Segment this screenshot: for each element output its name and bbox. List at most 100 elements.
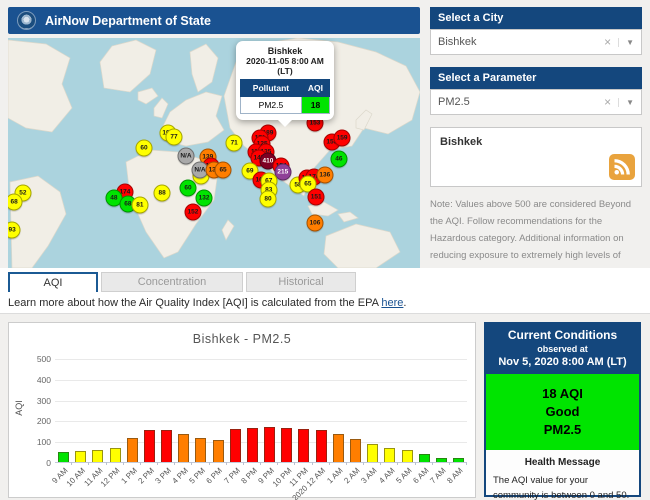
aqi-marker[interactable]: 88 (153, 184, 171, 202)
chart-bar[interactable] (453, 458, 465, 462)
conditions-subtitle: observed at (537, 344, 588, 354)
chart-slot: 8 PM (239, 359, 262, 486)
aqi-marker[interactable]: 80 (259, 190, 277, 208)
chart-slot: 3 AM (360, 359, 382, 485)
popup-timezone: (LT) (277, 66, 293, 76)
chart-bar[interactable] (435, 457, 447, 462)
aqi-marker[interactable]: 136 (316, 166, 334, 184)
chart-bar[interactable] (401, 450, 413, 462)
chart-bar[interactable] (350, 439, 361, 462)
health-message-text: The AQI value for your community is betw… (493, 475, 630, 500)
chart-slot: 5 AM (394, 359, 416, 485)
x-tick-label: 2 PM (136, 466, 156, 486)
aqi-marker[interactable]: 46 (330, 150, 348, 168)
chart-bar[interactable] (367, 443, 379, 462)
map-popup: Bishkek 2020-11-05 8:00 AM (LT) Pollutan… (236, 41, 334, 127)
y-tick-label: 100 (36, 437, 51, 448)
x-tick-label: 1 AM (325, 466, 345, 486)
chevron-down-icon[interactable]: ▼ (618, 97, 634, 107)
app-header: AirNow Department of State (8, 7, 420, 34)
note-text: Note: Values above 500 are considered Be… (430, 199, 632, 278)
aqi-marker[interactable]: 71 (225, 134, 243, 152)
conditions-datetime: Nov 5, 2020 8:00 AM (LT) (498, 356, 627, 368)
tab-aqi[interactable]: AQI (8, 272, 98, 292)
tab-concentration[interactable]: Concentration (101, 272, 243, 292)
chart-slot: 3 PM (153, 359, 176, 486)
chart-bar[interactable] (195, 438, 207, 462)
epa-here-link[interactable]: here (381, 297, 403, 309)
city-select[interactable]: Bishkek × ▼ (430, 29, 642, 55)
rss-icon[interactable] (609, 154, 635, 180)
chart-bar[interactable] (109, 447, 121, 462)
x-tick-label: 7 PM (222, 466, 242, 486)
feed-city-title: Bishkek (440, 136, 483, 148)
chart-bar[interactable] (264, 426, 276, 462)
chart-slot: 4 AM (377, 359, 399, 485)
clear-icon[interactable]: × (604, 95, 611, 109)
sidebar: Select a City Bishkek × ▼ Select a Param… (430, 7, 642, 281)
chart-bar[interactable] (418, 453, 430, 462)
aqi-marker[interactable]: 151 (307, 188, 325, 206)
aqi-marker[interactable]: 60 (135, 139, 153, 157)
aqi-marker[interactable]: 152 (184, 203, 202, 221)
aqi-marker[interactable]: 65 (214, 161, 232, 179)
chart-slot: 11 PM (288, 359, 313, 488)
chart-bar[interactable] (315, 430, 327, 462)
chart-slot: 12 PM (99, 359, 124, 489)
chart-bar[interactable] (143, 429, 155, 462)
chart-slot: 6 AM (411, 359, 433, 485)
state-department-seal-icon (17, 11, 36, 30)
x-tick-label: 6 AM (411, 466, 431, 486)
y-tick-label: 500 (36, 354, 51, 364)
chart-bar[interactable] (384, 447, 396, 462)
chart-y-axis: 0 100 200 300 400 500 (23, 354, 51, 468)
tab-historical[interactable]: Historical (246, 272, 356, 292)
popup-datetime: 2020-11-05 8:00 AM (246, 56, 324, 66)
x-tick-label: 4 PM (170, 466, 191, 486)
city-feed-box: Bishkek (430, 127, 642, 187)
learn-more-suffix: . (403, 297, 407, 309)
clear-icon[interactable]: × (604, 35, 611, 49)
parameter-select-header: Select a Parameter (430, 67, 642, 89)
aqi-marker[interactable]: N/A (177, 147, 195, 165)
chevron-down-icon[interactable]: ▼ (618, 37, 634, 47)
world-map[interactable]: Bishkek 2020-11-05 8:00 AM (LT) Pollutan… (8, 38, 420, 268)
x-tick-label: 3 PM (153, 466, 173, 486)
chart-slot: 9 PM (256, 359, 279, 486)
chart-bar[interactable] (332, 434, 344, 462)
city-select-value: Bishkek (438, 36, 477, 48)
chart-bar[interactable] (161, 430, 173, 462)
aqi-marker[interactable]: 81 (131, 196, 149, 214)
aqi-marker[interactable]: 77 (165, 128, 183, 146)
chart-bar[interactable] (212, 440, 224, 462)
chart-slot: 7 AM (428, 359, 451, 485)
x-tick-label: 5 AM (394, 466, 414, 486)
chart-bar[interactable] (281, 427, 293, 462)
popup-col-pollutant: Pollutant (240, 79, 302, 97)
chart-bar[interactable] (298, 429, 310, 462)
chart-bar[interactable] (126, 438, 138, 462)
chart-slot: 10 PM (270, 359, 296, 489)
chart-bar[interactable] (92, 449, 104, 462)
aqi-marker[interactable]: 106 (306, 214, 324, 232)
chart-bar[interactable] (246, 427, 258, 462)
aqi-marker[interactable]: 132 (195, 189, 213, 207)
learn-more-prefix: Learn more about how the Air Quality Ind… (8, 297, 382, 309)
chart-slot: 2020 12 AM (291, 359, 330, 500)
chart-slot: 9 AM (51, 359, 73, 485)
chart-bar[interactable] (75, 450, 87, 462)
parameter-select[interactable]: PM2.5 × ▼ (430, 89, 642, 115)
chart-y-axis-label: AQI (13, 400, 24, 416)
chart-bar[interactable] (58, 452, 70, 462)
chart-slot: 5 PM (188, 359, 210, 486)
x-tick-label: 1 PM (119, 466, 139, 486)
x-tick-label: 5 PM (187, 466, 208, 486)
health-message-title: Health Message (524, 457, 601, 468)
chart-bar[interactable] (229, 429, 241, 462)
chart-slot: 10 AM (65, 359, 90, 488)
chart-bar[interactable] (178, 433, 190, 462)
popup-table: Pollutant AQI PM2.5 18 (240, 79, 331, 114)
airnow-page: AirNow Department of State Bishkek 2020-… (0, 0, 650, 500)
chart-slot: 2 PM (136, 359, 159, 486)
aqi-marker[interactable]: 159 (333, 129, 351, 147)
